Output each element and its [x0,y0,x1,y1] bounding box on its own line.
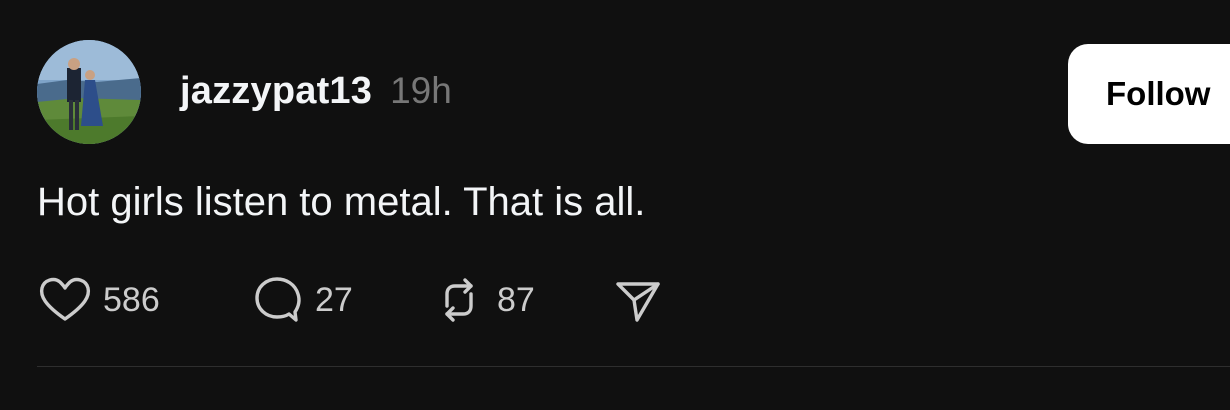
post-actions: 586 27 87 [37,272,665,328]
reply-count: 27 [315,280,353,319]
share-button[interactable] [609,272,665,328]
send-icon [609,272,665,328]
post-timestamp: 19h [390,70,452,111]
repost-count: 87 [497,280,535,319]
like-button[interactable]: 586 [37,272,249,328]
follow-button[interactable]: Follow [1068,44,1230,144]
avatar-photo [37,40,141,144]
reply-button[interactable]: 27 [249,272,431,328]
post-header: jazzypat13 19h [180,70,452,118]
repost-arrows-icon [431,272,487,328]
repost-button[interactable]: 87 [431,272,609,328]
like-count: 586 [103,280,160,319]
heart-icon [37,272,93,328]
avatar[interactable] [37,40,141,144]
post-card: jazzypat13 19h Follow Hot girls listen t… [0,0,1230,410]
post-text: Hot girls listen to metal. That is all. [37,180,646,224]
username[interactable]: jazzypat13 [180,70,372,113]
divider [37,366,1230,367]
speech-bubble-icon [249,272,305,328]
